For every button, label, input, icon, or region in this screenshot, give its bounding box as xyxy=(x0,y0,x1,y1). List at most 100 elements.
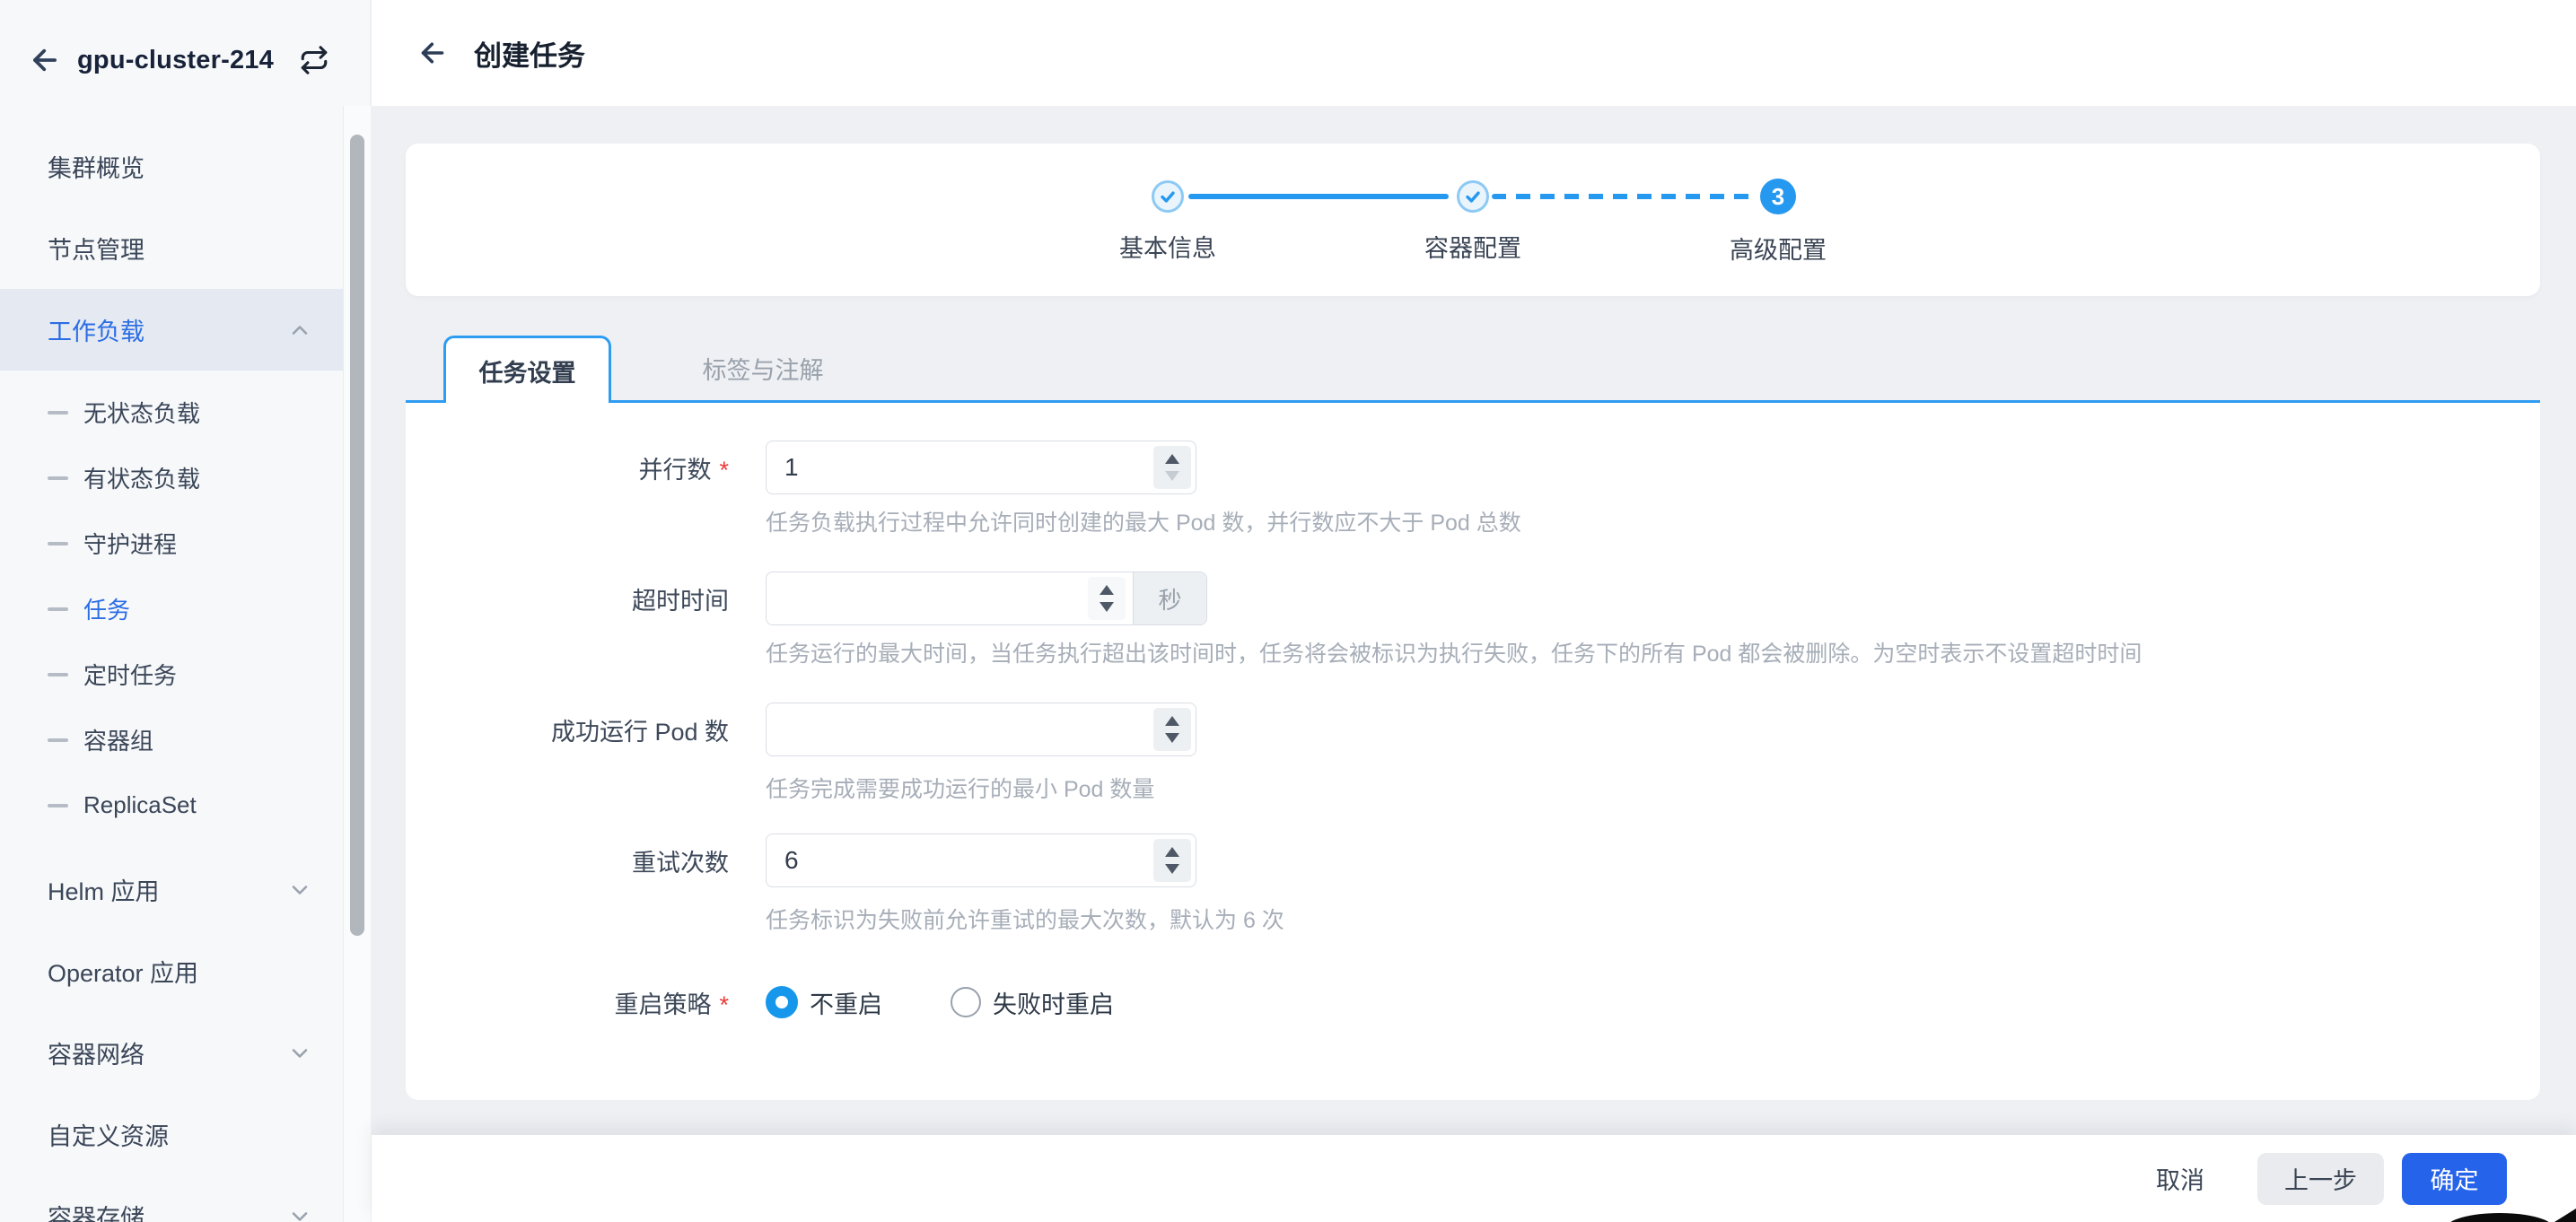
previous-step-button[interactable]: 上一步 xyxy=(2257,1153,2384,1205)
spinner-down-icon[interactable] xyxy=(1165,733,1179,743)
arrow-left-icon xyxy=(416,37,449,69)
spinner-up-icon[interactable] xyxy=(1165,454,1179,464)
spinner-control xyxy=(1153,839,1191,882)
sidebar-item-jobs[interactable]: 任务 xyxy=(0,576,343,642)
sidebar-item-label: 容器网络 xyxy=(48,1035,145,1070)
step-advanced-config: 3 高级配置 xyxy=(1688,179,1868,266)
sidebar-item-stateless-workloads[interactable]: 无状态负载 xyxy=(0,380,343,445)
page-title: 创建任务 xyxy=(474,33,585,74)
field-label-text: 重试次数 xyxy=(632,843,729,878)
radio-option-on-failure[interactable]: 失败时重启 xyxy=(951,985,1114,1020)
sidebar-item-helm-apps[interactable]: Helm 应用 xyxy=(0,849,343,930)
sidebar-item-label: 有状态负载 xyxy=(83,461,200,494)
radio-label: 不重启 xyxy=(810,985,882,1020)
sidebar-item-cluster-overview[interactable]: 集群概览 xyxy=(0,126,343,207)
tab-job-settings[interactable]: 任务设置 xyxy=(443,336,611,403)
radio-label: 失败时重启 xyxy=(993,985,1114,1020)
parallelism-stepper xyxy=(766,441,1196,494)
sidebar-item-label: 工作负载 xyxy=(48,312,145,347)
step-check-icon xyxy=(1152,180,1184,213)
dash-icon xyxy=(48,411,68,415)
step-container-config: 容器配置 xyxy=(1383,179,1563,264)
sidebar-scrollbar-thumb[interactable] xyxy=(350,135,364,936)
spinner-down-icon[interactable] xyxy=(1165,864,1179,874)
dash-icon xyxy=(48,476,68,480)
field-label: 成功运行 Pod 数 xyxy=(406,712,729,747)
field-help-text: 任务负载执行过程中允许同时创建的最大 Pod 数，并行数应不大于 Pod 总数 xyxy=(766,505,1521,537)
step-check-icon xyxy=(1457,180,1489,213)
page-back-button[interactable] xyxy=(415,35,451,71)
spinner-down-icon[interactable] xyxy=(1100,602,1114,612)
sidebar-item-label: 容器存储 xyxy=(48,1199,145,1222)
backoff-limit-input[interactable] xyxy=(767,834,1196,886)
dash-icon xyxy=(48,542,68,546)
sidebar-item-replicasets[interactable]: ReplicaSet xyxy=(0,772,343,838)
spinner-up-icon[interactable] xyxy=(1100,585,1114,595)
field-label-text: 并行数 xyxy=(638,450,711,485)
spinner-up-icon[interactable] xyxy=(1165,847,1179,857)
dash-icon xyxy=(48,738,68,742)
chevron-down-icon xyxy=(287,877,312,903)
spinner-down-icon[interactable] xyxy=(1165,471,1179,481)
form-row-restart-policy: 重启策略 * 不重启 失败时重启 xyxy=(406,975,1114,1029)
cancel-button[interactable]: 取消 xyxy=(2151,1152,2210,1205)
sidebar-item-stateful-workloads[interactable]: 有状态负载 xyxy=(0,445,343,511)
main-content: 基本信息 容器配置 3 高级配置 任务设置 标签与注解 并行数 * xyxy=(372,106,2576,1222)
wizard-footer: 取消 上一步 确定 xyxy=(372,1135,2576,1222)
confirm-button[interactable]: 确定 xyxy=(2402,1153,2507,1205)
sidebar-item-cronjobs[interactable]: 定时任务 xyxy=(0,642,343,707)
step-number-badge: 3 xyxy=(1760,179,1796,214)
field-label-text: 重启策略 xyxy=(614,985,711,1020)
required-asterisk: * xyxy=(719,991,729,1019)
chevron-down-icon xyxy=(287,1204,312,1222)
sidebar-item-container-storage[interactable]: 容器存储 xyxy=(0,1175,343,1222)
radio-selected-icon[interactable] xyxy=(766,986,798,1018)
sidebar-item-custom-resources[interactable]: 自定义资源 xyxy=(0,1094,343,1175)
sidebar-item-pods[interactable]: 容器组 xyxy=(0,707,343,772)
sidebar-menu: 集群概览 节点管理 工作负载 无状态负载 有状态负载 守护进程 xyxy=(0,126,343,1222)
spinner-control xyxy=(1153,446,1191,489)
spinner-control xyxy=(1088,577,1126,620)
chevron-down-icon xyxy=(287,1041,312,1066)
completions-stepper xyxy=(766,703,1196,756)
sidebar-item-label: Operator 应用 xyxy=(48,954,198,989)
completions-input[interactable] xyxy=(767,703,1196,755)
sidebar-item-operator-apps[interactable]: Operator 应用 xyxy=(0,930,343,1012)
timeout-stepper: 秒 xyxy=(766,572,1207,625)
cluster-back-button[interactable] xyxy=(27,42,63,78)
radio-option-never[interactable]: 不重启 xyxy=(766,985,882,1020)
sidebar-item-node-management[interactable]: 节点管理 xyxy=(0,207,343,289)
dash-icon xyxy=(48,607,68,611)
field-label: 并行数 * xyxy=(406,450,729,485)
app-root: gpu-cluster-214 集群概览 节点管理 工作负载 无状态负载 xyxy=(0,0,2576,1222)
switch-cluster-button[interactable] xyxy=(297,43,331,77)
parallelism-input[interactable] xyxy=(767,441,1196,493)
field-label-text: 成功运行 Pod 数 xyxy=(551,712,729,747)
sidebar-header: gpu-cluster-214 xyxy=(27,34,357,86)
sidebar-item-label: 无状态负载 xyxy=(83,396,200,429)
spinner-up-icon[interactable] xyxy=(1165,716,1179,726)
tab-labels-annotations[interactable]: 标签与注解 xyxy=(673,336,853,400)
chevron-up-icon xyxy=(287,318,312,343)
sidebar-item-label: 节点管理 xyxy=(48,231,145,266)
sidebar-item-workloads[interactable]: 工作负载 xyxy=(0,289,343,371)
dash-icon xyxy=(48,673,68,676)
field-help-text: 任务运行的最大时间，当任务执行超出该时间时，任务将会被标识为执行失败，任务下的所… xyxy=(766,636,2142,668)
dash-icon xyxy=(48,804,68,807)
sidebar-item-label: ReplicaSet xyxy=(83,791,197,819)
sidebar-item-label: 自定义资源 xyxy=(48,1117,169,1152)
spinner-control xyxy=(1153,708,1191,751)
repeat-icon xyxy=(299,45,329,75)
sidebar-scrollbar-track xyxy=(343,106,371,1222)
page-header: 创建任务 xyxy=(372,0,2576,106)
sidebar-item-container-network[interactable]: 容器网络 xyxy=(0,1012,343,1094)
required-asterisk: * xyxy=(719,457,729,484)
radio-unselected-icon[interactable] xyxy=(951,987,981,1017)
sidebar-item-label: 任务 xyxy=(83,592,130,625)
unit-suffix: 秒 xyxy=(1133,572,1206,624)
sidebar-item-label: 守护进程 xyxy=(83,527,177,560)
step-label: 基本信息 xyxy=(1078,229,1257,264)
arrow-left-icon xyxy=(28,43,62,77)
step-label: 容器配置 xyxy=(1383,229,1563,264)
sidebar-item-daemonsets[interactable]: 守护进程 xyxy=(0,511,343,576)
